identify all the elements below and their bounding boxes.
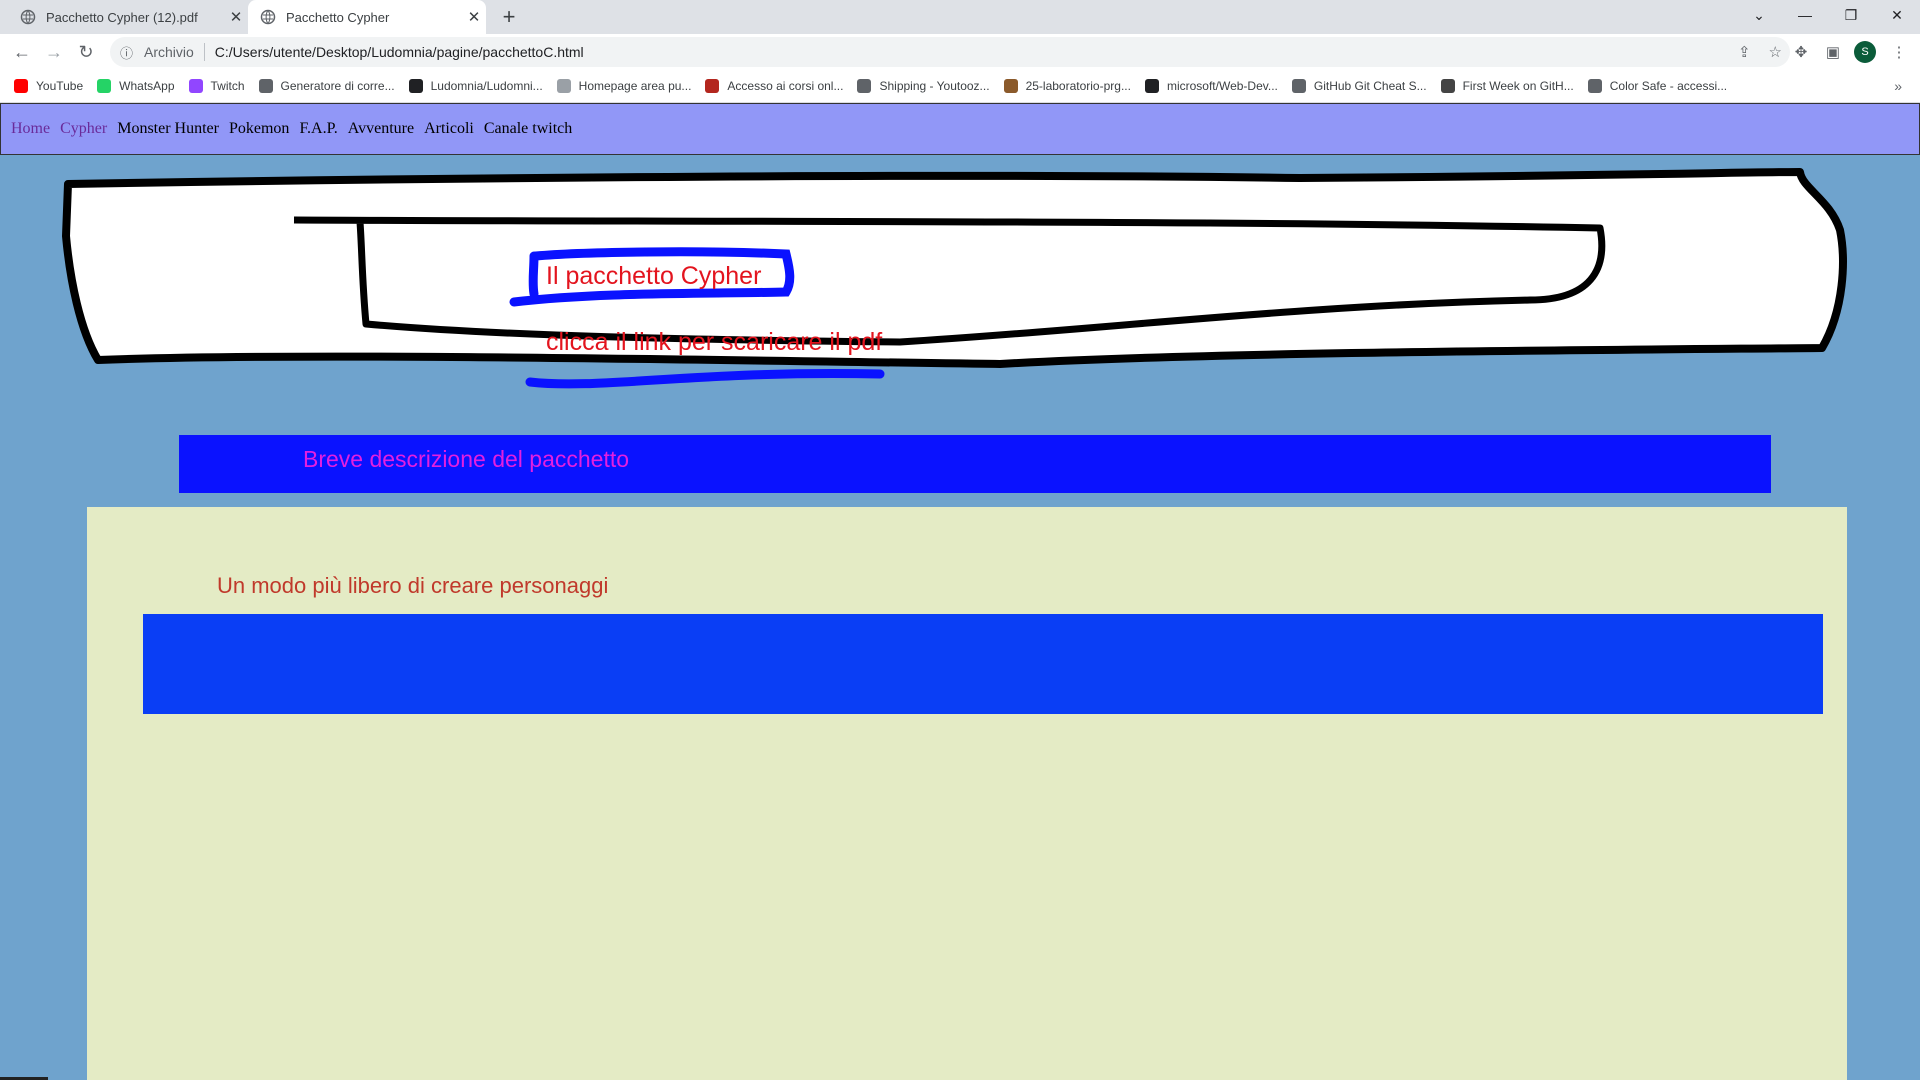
globe-icon: [857, 79, 872, 93]
description-heading: Breve descrizione del pacchetto: [303, 446, 630, 472]
github-icon: [408, 79, 423, 93]
restore-icon[interactable]: ❐: [1828, 0, 1874, 30]
side-panel-icon[interactable]: ▣: [1818, 34, 1848, 70]
bookmark-item[interactable]: Shipping - Youtooz...: [857, 79, 990, 93]
tab-current[interactable]: Pacchetto Cypher ✕: [248, 0, 486, 34]
unimi-icon: [1003, 79, 1018, 93]
forward-button[interactable]: →: [38, 36, 70, 68]
bookmark-label: YouTube: [36, 79, 84, 93]
address-bar[interactable]: ⓘ Archivio C:/Users/utente/Desktop/Ludom…: [110, 37, 1790, 67]
youtube-icon: [14, 79, 28, 93]
globe-icon: [1587, 79, 1602, 93]
reload-button[interactable]: ↻: [70, 36, 102, 68]
bookmark-item[interactable]: Accesso ai corsi onl...: [705, 79, 843, 93]
site-navbar: Home Cypher Monster Hunter Pokemon F.A.P. Avv…: [0, 103, 1920, 155]
bookmarks-overflow-icon[interactable]: »: [1894, 78, 1902, 94]
bookmark-item[interactable]: YouTube: [14, 79, 83, 93]
bookmark-item[interactable]: Color Safe - accessi...: [1587, 79, 1728, 93]
close-tab-icon[interactable]: ✕: [462, 8, 486, 26]
bookmark-item[interactable]: First Week on GitH...: [1440, 79, 1574, 93]
nav-link-canale-twitch[interactable]: Canale twitch: [484, 120, 572, 138]
globe-icon: [258, 79, 273, 93]
bookmark-label: First Week on GitH...: [1462, 79, 1574, 93]
pdf-download-link[interactable]: clicca il link per scaricare il pdf: [546, 328, 882, 357]
tab-title: Pacchetto Cypher: [286, 9, 390, 25]
page-title: Il pacchetto Cypher: [546, 262, 762, 290]
avatar: S: [1854, 41, 1876, 63]
nav-link-home[interactable]: Home: [11, 120, 50, 138]
nav-link-pokemon[interactable]: Pokemon: [229, 120, 289, 138]
tab-pdf[interactable]: Pacchetto Cypher (12).pdf ✕: [8, 0, 248, 34]
extensions-icon[interactable]: ✥: [1786, 34, 1816, 70]
tab-title: Pacchetto Cypher (12).pdf: [46, 9, 198, 25]
bookmark-label: Homepage area pu...: [578, 79, 692, 93]
nav-link-cypher[interactable]: Cypher: [60, 120, 107, 138]
bookmark-label: Generatore di corre...: [280, 79, 395, 93]
hand-drawn-banner: [62, 168, 1847, 389]
bookmark-item[interactable]: GitHub Git Cheat S...: [1291, 79, 1427, 93]
twitch-icon: [188, 79, 203, 93]
content-subtitle: Un modo più libero di creare personaggi: [217, 573, 609, 598]
back-button[interactable]: ←: [6, 36, 38, 68]
link-blue-underline: [525, 368, 885, 389]
bookmark-star-icon[interactable]: ☆: [1769, 43, 1782, 61]
bookmark-item[interactable]: Twitch: [188, 79, 245, 93]
new-tab-button[interactable]: +: [496, 4, 522, 30]
profile-avatar[interactable]: S: [1850, 34, 1880, 70]
bookmark-label: WhatsApp: [119, 79, 175, 93]
globe-icon: [260, 9, 276, 25]
browser-toolbar: ← → ↻ ⓘ Archivio C:/Users/utente/Desktop…: [0, 34, 1920, 70]
bookmark-label: Shipping - Youtooz...: [879, 79, 990, 93]
tab-strip: Pacchetto Cypher (12).pdf ✕ Pacchetto Cy…: [0, 0, 1920, 34]
omnibox-actions: ⇪ ☆: [1738, 37, 1782, 67]
bookmark-item[interactable]: Homepage area pu...: [556, 79, 692, 93]
bookmark-label: microsoft/Web-Dev...: [1166, 79, 1278, 93]
bookmark-item[interactable]: microsoft/Web-Dev...: [1144, 79, 1278, 93]
url-text[interactable]: C:/Users/utente/Desktop/Ludomnia/pagine/…: [215, 44, 584, 60]
close-tab-icon[interactable]: ✕: [224, 8, 248, 26]
site-icon: [705, 79, 720, 93]
bookmark-label: 25-laboratorio-prg...: [1025, 79, 1131, 93]
bookmark-label: GitHub Git Cheat S...: [1313, 79, 1427, 93]
close-window-icon[interactable]: ✕: [1874, 0, 1920, 30]
bookmark-label: Twitch: [210, 79, 245, 93]
site-icon: [1440, 79, 1455, 93]
bookmark-item[interactable]: Generatore di corre...: [258, 79, 395, 93]
share-icon[interactable]: ⇪: [1738, 43, 1751, 61]
bookmark-item[interactable]: WhatsApp: [97, 79, 175, 93]
nav-link-f-a-p[interactable]: F.A.P.: [299, 120, 337, 138]
nav-link-avventure[interactable]: Avventure: [348, 120, 414, 138]
content-panel: Un modo più libero di creare personaggi: [87, 507, 1847, 1080]
address-separator: [203, 43, 205, 61]
info-icon[interactable]: ⓘ: [120, 43, 138, 62]
globe-icon: [1291, 79, 1306, 93]
bookmark-item[interactable]: Ludomnia/Ludomni...: [408, 79, 543, 93]
github-icon: [1144, 79, 1159, 93]
globe-icon: [556, 79, 571, 93]
tab-search-icon[interactable]: ⌄: [1736, 0, 1782, 30]
bookmark-label: Ludomnia/Ludomni...: [430, 79, 543, 93]
nav-link-articoli[interactable]: Articoli: [424, 120, 474, 138]
bookmark-label: Accesso ai corsi onl...: [727, 79, 844, 93]
globe-icon: [20, 9, 36, 25]
content-blue-bar: [143, 614, 1823, 714]
bookmarks-bar: YouTube WhatsApp Twitch Generatore di corre…: [0, 70, 1920, 103]
description-bar: Breve descrizione del pacchetto: [179, 435, 1771, 493]
whatsapp-icon: [97, 79, 112, 93]
nav-link-monster-hunter[interactable]: Monster Hunter: [117, 120, 219, 138]
bookmark-item[interactable]: 25-laboratorio-prg...: [1003, 79, 1131, 93]
menu-icon[interactable]: ⋮: [1884, 34, 1914, 70]
bookmark-label: Color Safe - accessi...: [1609, 79, 1728, 93]
minimize-icon[interactable]: —: [1782, 0, 1828, 30]
protocol-label: Archivio: [144, 44, 194, 60]
